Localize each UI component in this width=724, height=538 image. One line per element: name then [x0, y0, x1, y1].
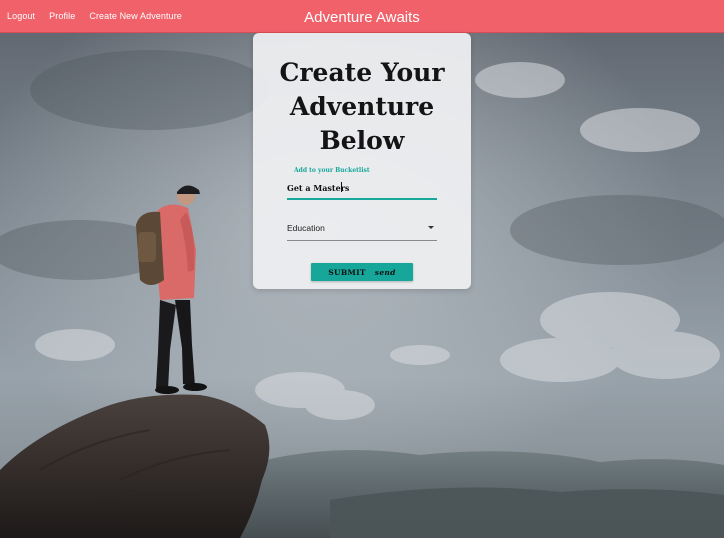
top-navbar: Logout Profile Create New Adventure Adve…	[0, 0, 724, 33]
card-title-line-3: Below	[319, 126, 405, 155]
send-icon: send	[374, 267, 396, 277]
dropdown-arrow-icon	[428, 226, 434, 229]
card-title-line-2: Adventure	[289, 92, 435, 121]
text-caret	[341, 182, 342, 192]
submit-label: SUBMIT	[328, 267, 366, 277]
nav-profile-link[interactable]: Profile	[42, 0, 82, 33]
card-title-line-1: Create Your	[279, 58, 445, 87]
nav-create-adventure-link[interactable]: Create New Adventure	[82, 0, 189, 33]
submit-button[interactable]: SUBMIT send	[311, 263, 413, 281]
bucketlist-input[interactable]	[287, 178, 437, 200]
category-select[interactable]: Education	[287, 219, 437, 241]
create-adventure-card: Create Your Adventure Below Add to your …	[253, 33, 471, 289]
nav-links: Logout Profile Create New Adventure	[0, 0, 189, 33]
nav-logout-link[interactable]: Logout	[0, 0, 42, 33]
app-root: Logout Profile Create New Adventure Adve…	[0, 0, 724, 538]
category-select-value: Education	[287, 223, 325, 233]
card-title: Create Your Adventure Below	[253, 56, 471, 158]
bucketlist-field-label: Add to your Bucketlist	[294, 167, 370, 174]
